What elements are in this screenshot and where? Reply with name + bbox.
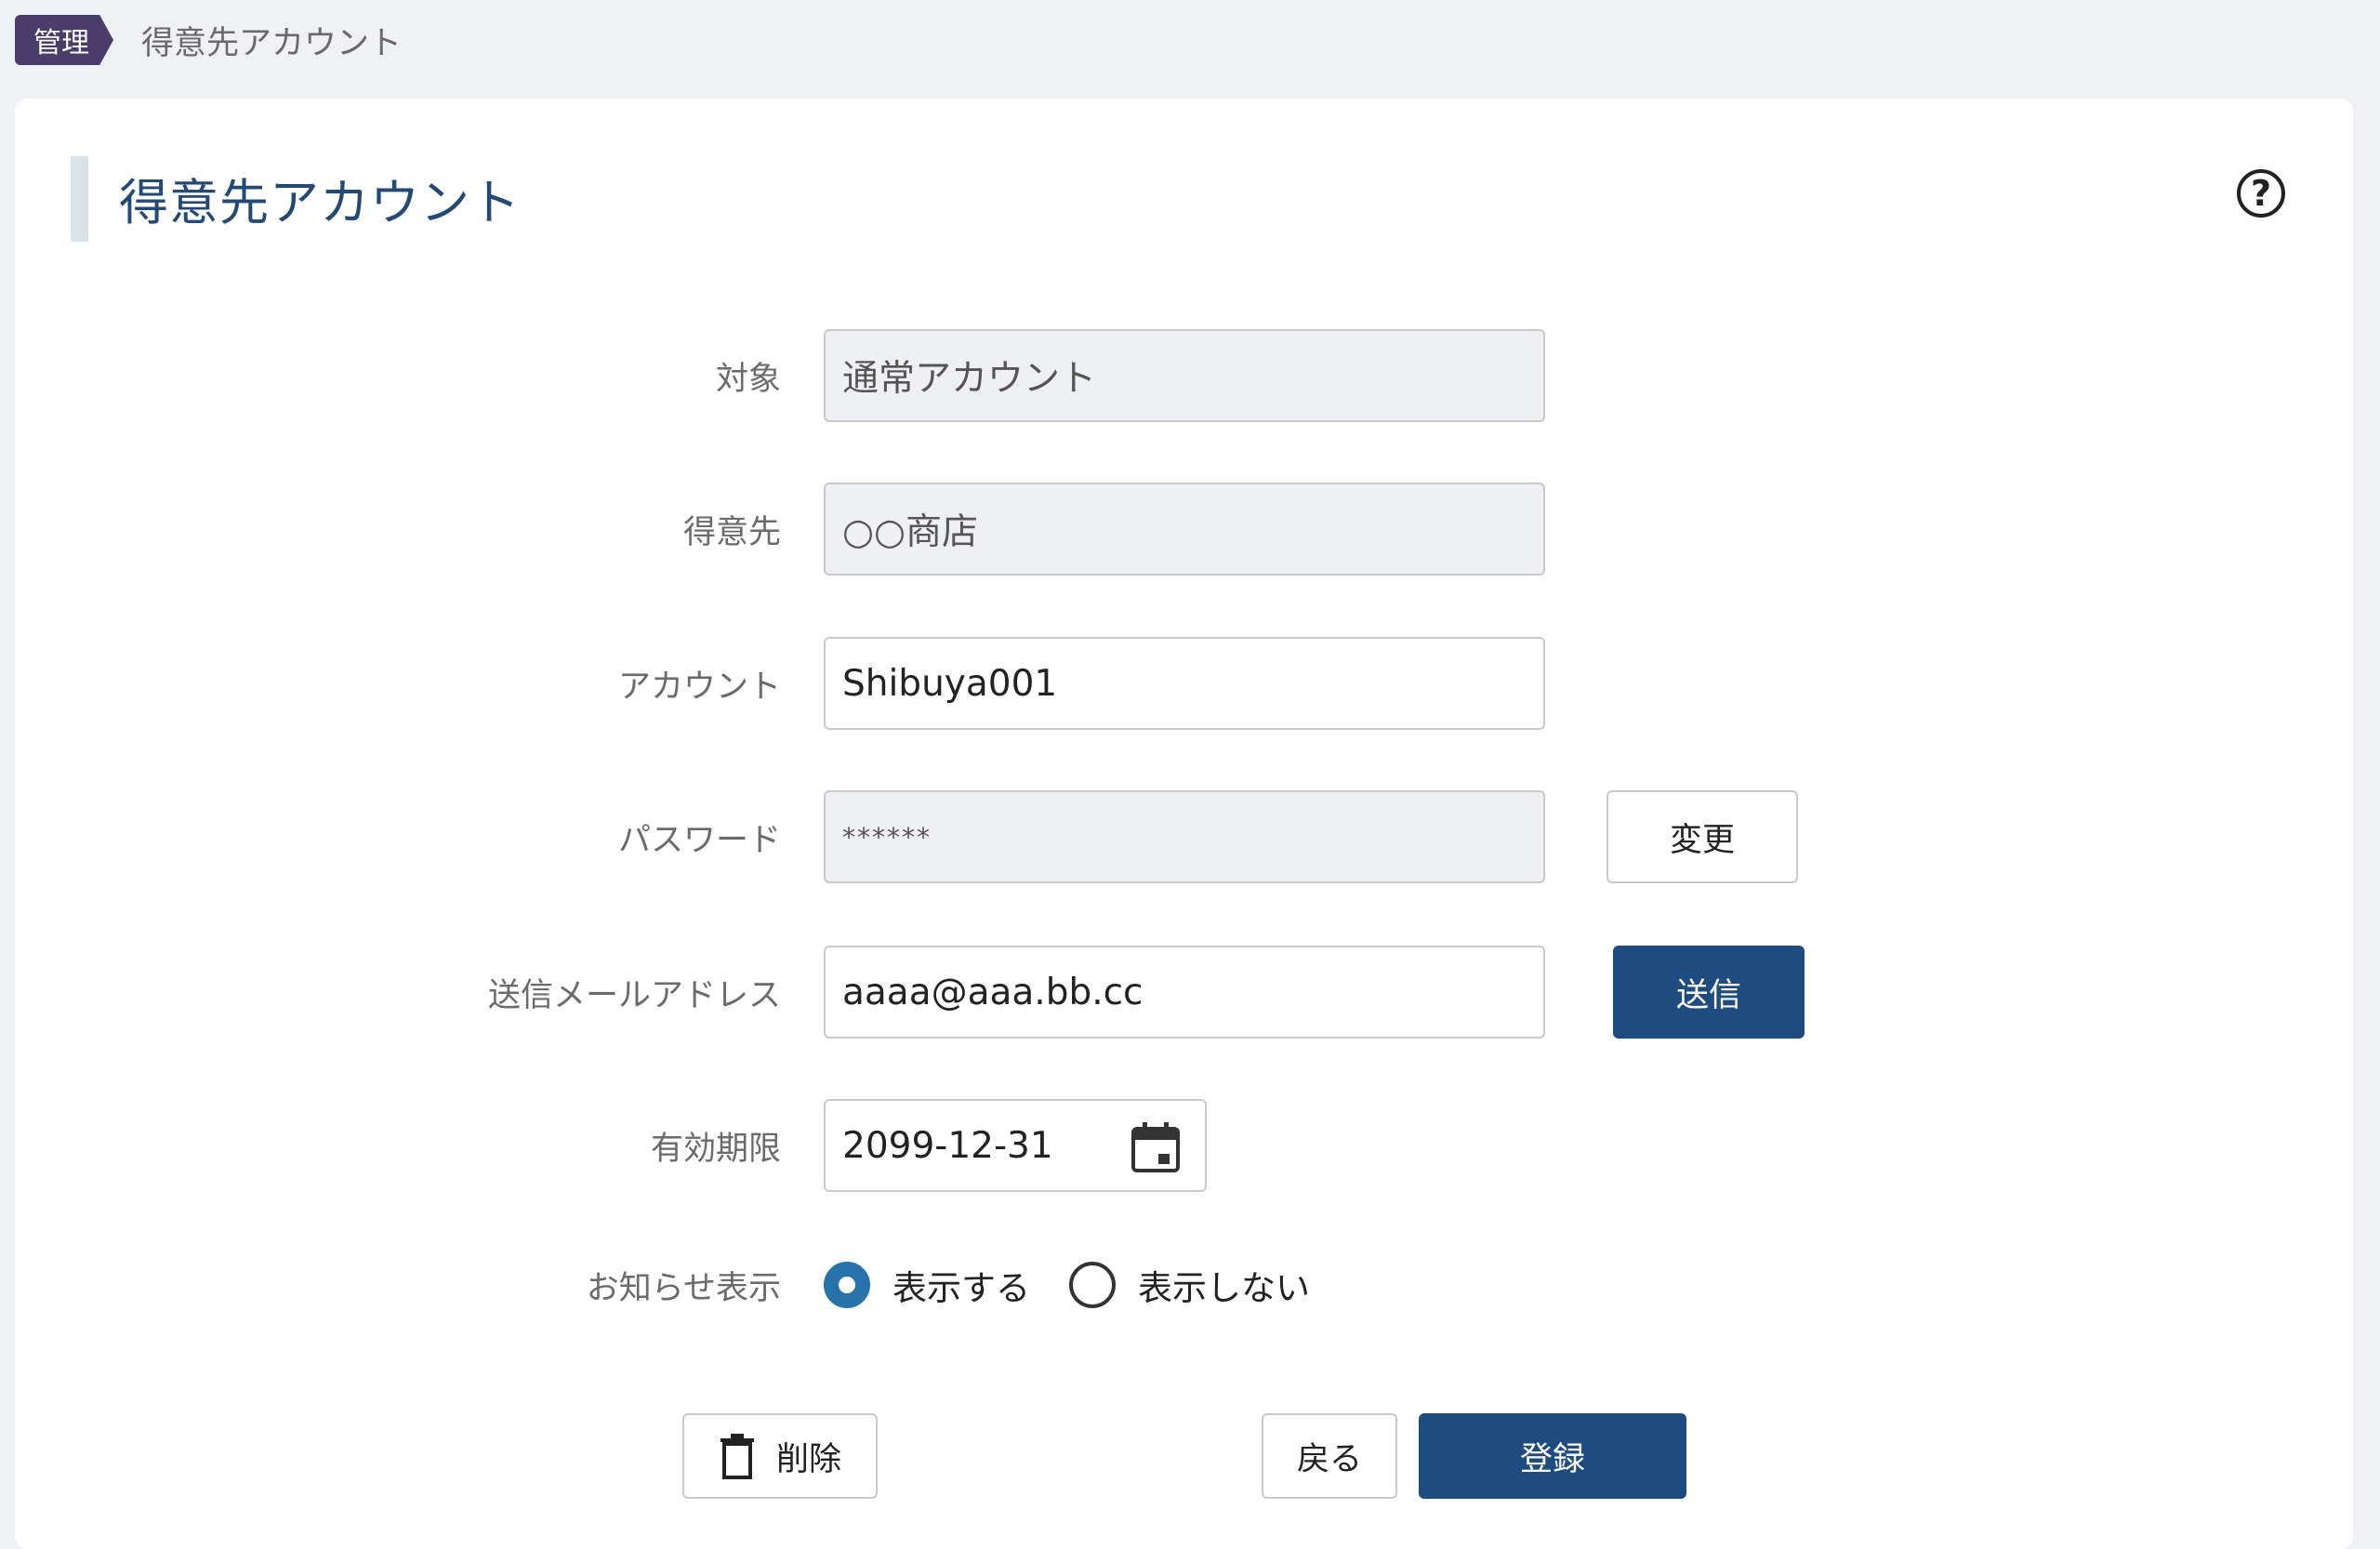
page-title: 得意先アカウント [119, 175, 521, 232]
calendar-icon[interactable] [1130, 1121, 1181, 1173]
password-label: パスワード [617, 821, 781, 859]
customer-field: ○○商店 [824, 483, 1545, 576]
breadcrumb: 管理 得意先アカウント [15, 15, 402, 65]
breadcrumb-section[interactable]: 管理 [15, 15, 113, 65]
account-label: アカウント [617, 668, 781, 706]
row-account: アカウント Shibuya001 [15, 637, 2353, 730]
send-button[interactable]: 送信 [1613, 946, 1805, 1039]
notice-option-show-label: 表示する [892, 1268, 1030, 1308]
password-field: ****** [824, 790, 1545, 883]
notice-label: お知らせ表示 [586, 1269, 781, 1307]
email-label: 送信メールアドレス [487, 976, 781, 1014]
row-email: 送信メールアドレス aaaa@aaa.bb.cc 送信 [15, 946, 2353, 1039]
row-target: 対象 通常アカウント [15, 329, 2353, 422]
notice-option-show[interactable]: 表示する [824, 1260, 1030, 1310]
form-card: 得意先アカウント ? 対象 通常アカウント 得意先 ○○商店 アカウント Shi… [15, 99, 2353, 1549]
row-expiry: 有効期限 2099-12-31 [15, 1099, 2353, 1192]
delete-label: 削除 [775, 1440, 841, 1478]
expiry-date-input[interactable]: 2099-12-31 [824, 1099, 1207, 1192]
customer-label: 得意先 [682, 513, 781, 551]
expiry-date-value: 2099-12-31 [842, 1124, 1053, 1167]
row-notice: お知らせ表示 表示する 表示しない [15, 1238, 2353, 1331]
title-accent-bar [71, 156, 88, 242]
register-button[interactable]: 登録 [1419, 1413, 1686, 1499]
change-password-button[interactable]: 変更 [1606, 790, 1798, 883]
breadcrumb-current: 得意先アカウント [141, 24, 403, 62]
notice-radio-group: 表示する 表示しない [824, 1238, 1349, 1331]
notice-option-hide[interactable]: 表示しない [1069, 1260, 1310, 1310]
email-input[interactable]: aaaa@aaa.bb.cc [824, 946, 1545, 1039]
expiry-label: 有効期限 [650, 1130, 781, 1168]
help-icon[interactable]: ? [2237, 169, 2285, 218]
row-customer: 得意先 ○○商店 [15, 483, 2353, 576]
back-button[interactable]: 戻る [1262, 1413, 1397, 1499]
delete-button[interactable]: 削除 [682, 1413, 878, 1499]
radio-unselected-icon[interactable] [1069, 1262, 1116, 1308]
notice-option-hide-label: 表示しない [1138, 1268, 1310, 1308]
account-input[interactable]: Shibuya001 [824, 637, 1545, 730]
radio-selected-icon[interactable] [824, 1262, 870, 1308]
target-label: 対象 [715, 360, 781, 398]
row-password: パスワード ****** 変更 [15, 790, 2353, 883]
target-field: 通常アカウント [824, 329, 1545, 422]
trash-icon [720, 1434, 754, 1479]
